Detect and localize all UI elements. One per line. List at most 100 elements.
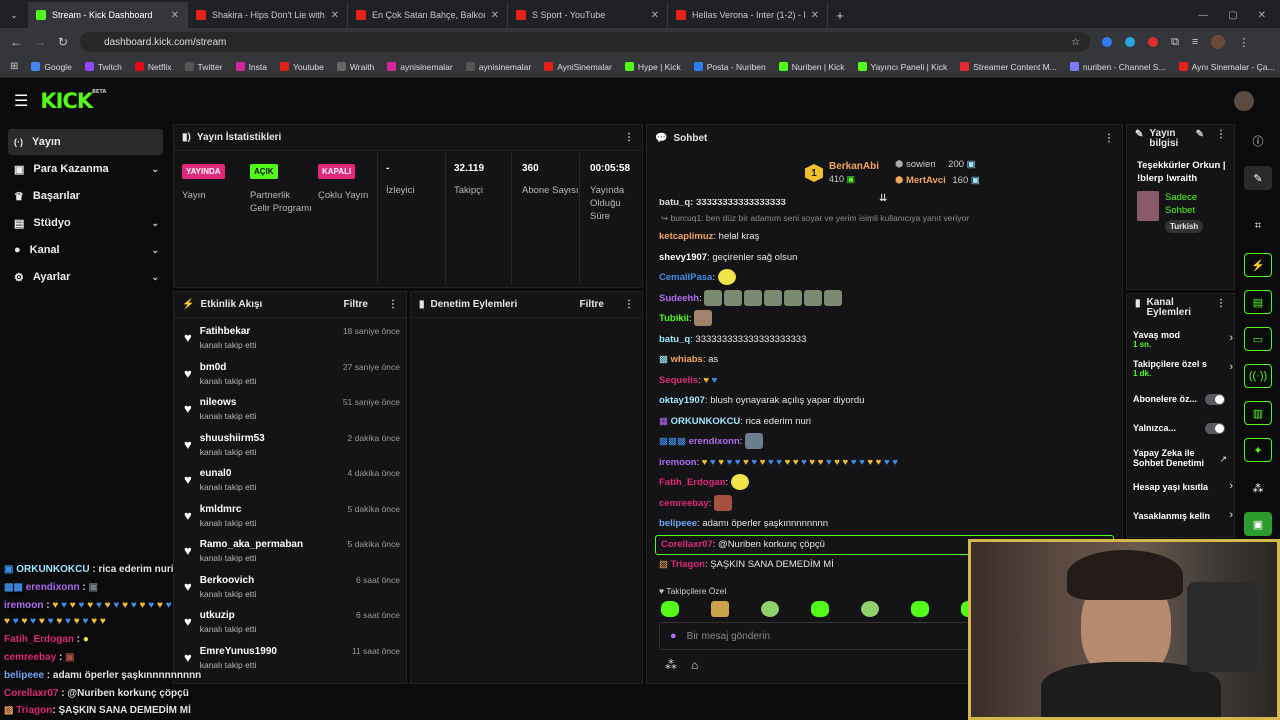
action-followers-only[interactable]: Takipçilere özel s 1 dk. › bbox=[1133, 359, 1233, 378]
chat-message[interactable]: shevy1907: geçirenler sağ olsun bbox=[647, 248, 1122, 269]
bookmark[interactable]: nuriben - Channel S... bbox=[1069, 62, 1166, 72]
more-icon[interactable]: ⋮ bbox=[1216, 129, 1226, 140]
browser-tab[interactable]: Shakira - Hips Don't Lie with Ed ✕ bbox=[188, 2, 348, 28]
close-window-icon[interactable]: ✕ bbox=[1258, 10, 1266, 21]
quick-emote-icon[interactable]: ⁂ bbox=[665, 658, 677, 672]
tab-search-icon[interactable]: ⌄ bbox=[0, 2, 28, 28]
profile-avatar[interactable] bbox=[1211, 35, 1226, 49]
document-icon[interactable]: ▤ bbox=[1244, 290, 1272, 314]
close-icon[interactable]: ✕ bbox=[331, 10, 339, 21]
bookmark[interactable]: Streamer Content M... bbox=[960, 62, 1057, 72]
minimize-icon[interactable]: — bbox=[1198, 10, 1208, 21]
language-tag[interactable]: Turkish bbox=[1165, 220, 1204, 233]
bookmark[interactable]: Posta - Nuriben bbox=[693, 62, 766, 72]
back-icon[interactable]: ← bbox=[10, 35, 22, 49]
action-account-age[interactable]: Hesap yaşı kısıtla › bbox=[1133, 480, 1233, 492]
browser-tab[interactable]: Stream - Kick Dashboard ✕ bbox=[28, 2, 188, 28]
sidebar-item-settings[interactable]: ⚙ Ayarlar ⌄ bbox=[8, 264, 163, 290]
apps-icon[interactable]: ⊞ bbox=[10, 61, 18, 72]
browser-tab[interactable]: S Sport - YouTube ✕ bbox=[508, 2, 668, 28]
chat-message[interactable]: Sequelis: ♥ ♥ bbox=[647, 371, 1122, 392]
more-icon[interactable]: ⋮ bbox=[1104, 133, 1114, 144]
more-icon[interactable]: ⋮ bbox=[388, 299, 398, 310]
more-icon[interactable]: ⋮ bbox=[624, 132, 634, 143]
broadcast-icon[interactable]: ((·)) bbox=[1244, 364, 1272, 388]
bookmark[interactable]: Aynı Sinemalar - Ça... bbox=[1178, 62, 1275, 72]
puzzle-icon[interactable]: ⧉ bbox=[1171, 36, 1179, 49]
emote-icon[interactable] bbox=[761, 601, 779, 617]
reload-icon[interactable]: ↻ bbox=[58, 35, 68, 49]
chat-message[interactable]: belipeee: adamı öperler şaşkınnnnnnnn bbox=[647, 514, 1122, 535]
lightning-icon[interactable]: ⚡ bbox=[1244, 253, 1272, 277]
chat-message[interactable]: Sudeehh: bbox=[647, 289, 1122, 310]
bookmark[interactable]: Hype | Kick bbox=[624, 62, 681, 72]
bookmark[interactable]: Nuriben | Kick bbox=[778, 62, 845, 72]
bookmark[interactable]: aynisinemalar bbox=[465, 62, 531, 72]
bookmark[interactable]: Insta bbox=[235, 62, 267, 72]
new-tab-icon[interactable]: + bbox=[828, 2, 852, 28]
kick-logo[interactable]: KICKBETA bbox=[40, 89, 106, 113]
more-icon[interactable]: ⋮ bbox=[1216, 298, 1226, 309]
bookmark[interactable]: Twitter bbox=[184, 62, 223, 72]
bookmark[interactable]: Google bbox=[31, 62, 72, 72]
chat-message[interactable]: CemallPasa: bbox=[647, 268, 1122, 289]
sidebar-item-achievements[interactable]: ♛ Başarılar bbox=[8, 183, 163, 209]
close-icon[interactable]: ✕ bbox=[811, 10, 819, 21]
chat-message[interactable]: ▦ ORKUNKOKCU: rica ederim nuri bbox=[647, 412, 1122, 433]
action-emotes-only[interactable]: Yalnızca... bbox=[1133, 423, 1233, 434]
bookmark[interactable]: Netflix bbox=[134, 62, 172, 72]
info-icon[interactable]: ⓘ bbox=[1244, 129, 1272, 153]
forward-icon[interactable]: → bbox=[34, 35, 46, 49]
list-item[interactable]: ♥ bm0d kanalı takip etti 27 saniye önce bbox=[174, 356, 406, 392]
close-icon[interactable]: ✕ bbox=[171, 10, 179, 21]
url-field[interactable]: dashboard.kick.com/stream ☆ bbox=[80, 32, 1091, 52]
edit-icon[interactable]: ✎ bbox=[1244, 166, 1272, 190]
app-icon[interactable]: ▣ bbox=[1244, 512, 1272, 536]
chat-icon[interactable]: ▭ bbox=[1244, 327, 1272, 351]
chat-message[interactable]: ▩▩▩ erendixonn: bbox=[647, 432, 1122, 453]
action-subscribers-only[interactable]: Abonelere öz... bbox=[1133, 394, 1233, 405]
bookmark[interactable]: aynisinemalar bbox=[387, 62, 453, 72]
list-item[interactable]: ♥ shuushiirm53 kanalı takip etti 2 dakika ö… bbox=[174, 427, 406, 463]
chat-message[interactable]: oktay1907: blush oynayarak açılış yapar … bbox=[647, 391, 1122, 412]
toggle-switch[interactable] bbox=[1205, 423, 1225, 434]
filter-button[interactable]: Filtre bbox=[344, 299, 368, 310]
gifter-name[interactable]: BerkanAbi bbox=[829, 160, 879, 173]
action-ai-moderation[interactable]: Yapay Zeka ile Sohbet Denetimi ↗ bbox=[1133, 448, 1233, 468]
list-item[interactable]: ♥ kmldmrc kanalı takip etti 5 dakika önce bbox=[174, 498, 406, 534]
emote-icon[interactable] bbox=[661, 601, 679, 617]
mic-icon[interactable]: ● bbox=[670, 630, 677, 642]
category-thumbnail[interactable] bbox=[1137, 191, 1159, 221]
chat-message[interactable]: ▩ whiabs: as bbox=[647, 350, 1122, 371]
sidebar-item-studio[interactable]: ▤ Stüdyo ⌄ bbox=[8, 210, 163, 236]
filter-button[interactable]: Filtre bbox=[580, 299, 604, 310]
toggle-switch[interactable] bbox=[1205, 394, 1225, 405]
gifter-name[interactable]: MertAvci bbox=[906, 175, 946, 186]
browser-tab[interactable]: Hellas Verona - Inter (1-2) - Ma ✕ bbox=[668, 2, 828, 28]
layout-icon[interactable]: ▥ bbox=[1244, 401, 1272, 425]
extension-icon[interactable] bbox=[1148, 37, 1159, 47]
extension-icon[interactable] bbox=[1125, 37, 1136, 47]
chat-message[interactable]: batu_q: 333333333333333333333 bbox=[647, 330, 1122, 351]
gifter-name[interactable]: sowien bbox=[906, 159, 936, 170]
bookmark[interactable]: Twitch bbox=[84, 62, 122, 72]
wrench-icon[interactable]: ✦ bbox=[1244, 438, 1272, 462]
close-icon[interactable]: ✕ bbox=[651, 10, 659, 21]
sidebar-item-monetization[interactable]: ▣ Para Kazanma ⌄ bbox=[8, 156, 163, 182]
share-icon[interactable]: ⁂ bbox=[1244, 476, 1272, 500]
emote-icon[interactable] bbox=[911, 601, 929, 617]
star-icon[interactable]: ☆ bbox=[1071, 37, 1080, 48]
browser-tab[interactable]: En Çok Satan Bahçe, Balkon ve ✕ bbox=[348, 2, 508, 28]
action-banned-words[interactable]: Yasaklanmış kelin › bbox=[1133, 509, 1233, 521]
bookmark[interactable]: Youtube bbox=[280, 62, 324, 72]
bookmark[interactable]: Yayıncı Paneli | Kick bbox=[857, 62, 947, 72]
chat-message[interactable]: cemreebay: bbox=[647, 494, 1122, 515]
menu-icon[interactable]: ⋮ bbox=[1238, 36, 1249, 49]
playlist-icon[interactable]: ≡ bbox=[1192, 36, 1198, 48]
action-slow-mode[interactable]: Yavaş mod 1 sn. › bbox=[1133, 330, 1233, 349]
close-icon[interactable]: ✕ bbox=[491, 10, 499, 21]
emote-icon[interactable] bbox=[811, 601, 829, 617]
avatar[interactable] bbox=[1234, 91, 1254, 111]
list-item[interactable]: ♥ nileows kanalı takip etti 51 saniye önce bbox=[174, 391, 406, 427]
emote-icon[interactable] bbox=[711, 601, 729, 617]
